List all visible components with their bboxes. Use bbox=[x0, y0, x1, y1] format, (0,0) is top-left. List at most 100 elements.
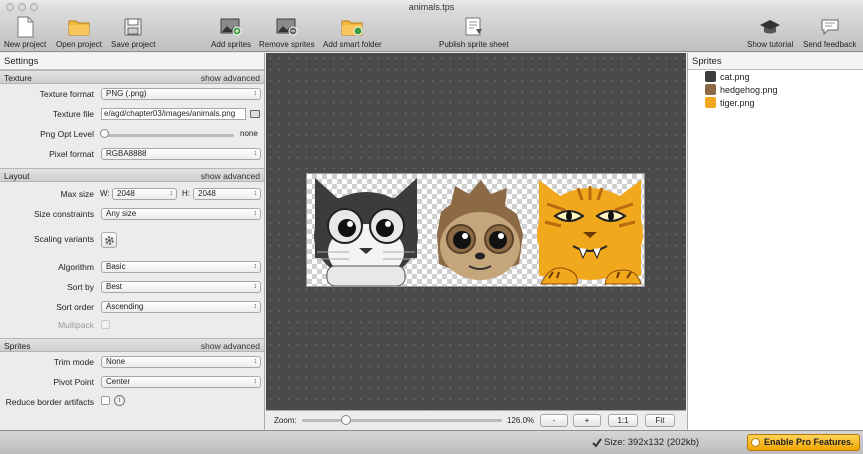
settings-title: Settings bbox=[0, 53, 264, 70]
speech-bubble-icon bbox=[819, 16, 841, 38]
remove-sprites-button[interactable]: Remove sprites bbox=[259, 16, 315, 49]
window-controls bbox=[6, 3, 38, 11]
max-height-select[interactable]: 2048 bbox=[193, 188, 261, 200]
browse-folder-icon[interactable] bbox=[250, 110, 260, 118]
multipack-checkbox[interactable] bbox=[101, 320, 110, 329]
sprite-list-item[interactable]: hedgehog.png bbox=[688, 83, 863, 96]
texture-format-select[interactable]: PNG (.png) bbox=[101, 88, 261, 100]
folder-icon bbox=[68, 16, 90, 38]
pivot-point-label: Pivot Point bbox=[53, 377, 94, 387]
max-size-label: Max size bbox=[60, 189, 94, 199]
smart-folder-icon bbox=[341, 16, 363, 38]
reduce-border-checkbox[interactable] bbox=[101, 396, 110, 405]
size-constraints-label: Size constraints bbox=[34, 209, 94, 219]
trim-mode-select[interactable]: None bbox=[101, 356, 261, 368]
tiger-icon bbox=[705, 97, 716, 108]
cat-sprite bbox=[314, 178, 418, 286]
texture-file-input[interactable]: e/agd/chapter03/images/animals.png bbox=[101, 108, 246, 120]
open-project-button[interactable]: Open project bbox=[56, 16, 102, 49]
pixel-format-label: Pixel format bbox=[49, 149, 94, 159]
add-smart-folder-button[interactable]: Add smart folder bbox=[323, 16, 382, 49]
status-bar: Size: 392x132 (202kb) Enable Pro Feature… bbox=[0, 430, 863, 454]
zoom-window-button[interactable] bbox=[30, 3, 38, 11]
pivot-point-row: Pivot Point Center bbox=[0, 372, 264, 392]
png-opt-level-slider-knob[interactable] bbox=[100, 129, 109, 138]
zoom-in-button[interactable]: + bbox=[573, 414, 601, 427]
max-size-h-label: H: bbox=[182, 189, 190, 198]
sort-by-select[interactable]: Best bbox=[101, 281, 261, 293]
size-constraints-row: Size constraints Any size bbox=[0, 204, 264, 224]
max-width-select[interactable]: 2048 bbox=[112, 188, 177, 200]
texture-section-header: Texture show advanced bbox=[0, 70, 264, 84]
pixel-format-select[interactable]: RGBA8888 bbox=[101, 148, 261, 160]
layout-section-header: Layout show advanced bbox=[0, 168, 264, 182]
scaling-variants-label: Scaling variants bbox=[33, 234, 94, 244]
sheet-size-text: Size: 392x132 (202kb) bbox=[604, 437, 700, 448]
zoom-value: 126.0% bbox=[507, 416, 535, 425]
trim-mode-label: Trim mode bbox=[53, 357, 94, 367]
png-opt-level-label: Png Opt Level bbox=[40, 129, 94, 139]
title-bar: animals.tps bbox=[0, 0, 863, 14]
info-icon[interactable]: i bbox=[114, 395, 125, 406]
algorithm-row: Algorithm Basic bbox=[0, 257, 264, 277]
sort-order-row: Sort order Ascending bbox=[0, 297, 264, 317]
hedgehog-sprite bbox=[437, 180, 523, 280]
zoom-label: Zoom: bbox=[274, 416, 297, 425]
sprites-section-header: Sprites show advanced bbox=[0, 338, 264, 352]
add-image-icon bbox=[220, 16, 242, 38]
texture-format-row: Texture format PNG (.png) bbox=[0, 84, 264, 104]
settings-panel: Settings Texture show advanced Texture f… bbox=[0, 53, 265, 430]
png-opt-level-value: none bbox=[240, 129, 258, 138]
pro-star-icon bbox=[751, 438, 760, 447]
add-sprites-button[interactable]: Add sprites bbox=[211, 16, 251, 49]
save-disk-icon bbox=[122, 16, 144, 38]
remove-image-icon bbox=[276, 16, 298, 38]
sprites-show-advanced-link[interactable]: show advanced bbox=[201, 339, 260, 351]
zoom-fit-button[interactable]: Fit bbox=[645, 414, 675, 427]
show-tutorial-button[interactable]: Show tutorial bbox=[747, 16, 793, 49]
algorithm-select[interactable]: Basic bbox=[101, 261, 261, 273]
zoom-out-button[interactable]: - bbox=[540, 414, 568, 427]
sort-by-label: Sort by bbox=[67, 282, 94, 292]
new-project-button[interactable]: New project bbox=[4, 16, 46, 49]
sprite-list-item[interactable]: cat.png bbox=[688, 70, 863, 83]
multipack-label: Multipack bbox=[58, 320, 94, 330]
send-feedback-button[interactable]: Send feedback bbox=[803, 16, 856, 49]
sprites-title: Sprites bbox=[688, 53, 863, 70]
zoom-slider[interactable] bbox=[302, 419, 502, 422]
max-size-row: Max size W: 2048 H: 2048 bbox=[0, 182, 264, 204]
layout-show-advanced-link[interactable]: show advanced bbox=[201, 169, 260, 181]
graduation-cap-icon bbox=[759, 16, 781, 38]
zoom-slider-knob[interactable] bbox=[341, 415, 351, 425]
zoom-one-to-one-button[interactable]: 1:1 bbox=[608, 414, 638, 427]
pivot-point-select[interactable]: Center bbox=[101, 376, 261, 388]
tiger-sprite bbox=[537, 180, 643, 285]
gear-icon bbox=[104, 235, 114, 245]
pixel-format-row: Pixel format RGBA8888 bbox=[0, 144, 264, 164]
reduce-border-label: Reduce border artifacts bbox=[5, 397, 94, 407]
size-constraints-select[interactable]: Any size bbox=[101, 208, 261, 220]
save-project-button[interactable]: Save project bbox=[111, 16, 155, 49]
new-document-icon bbox=[14, 16, 36, 38]
enable-pro-features-button[interactable]: Enable Pro Features. bbox=[747, 434, 860, 451]
png-opt-level-slider[interactable] bbox=[104, 134, 234, 137]
publish-sprite-sheet-button[interactable]: Publish sprite sheet bbox=[439, 16, 509, 49]
scaling-variants-row: Scaling variants bbox=[0, 224, 264, 257]
close-window-button[interactable] bbox=[6, 3, 14, 11]
sort-order-label: Sort order bbox=[56, 302, 94, 312]
texture-format-label: Texture format bbox=[39, 89, 94, 99]
texture-show-advanced-link[interactable]: show advanced bbox=[201, 71, 260, 83]
sprite-sheet-canvas[interactable] bbox=[266, 53, 686, 410]
sprites-panel: Sprites cat.png hedgehog.png tiger.png bbox=[687, 53, 863, 430]
reduce-border-row: Reduce border artifacts i bbox=[0, 392, 264, 412]
sprite-list-item[interactable]: tiger.png bbox=[688, 96, 863, 109]
cat-icon bbox=[705, 71, 716, 82]
scaling-variants-button[interactable] bbox=[101, 232, 117, 248]
multipack-row: Multipack bbox=[0, 317, 264, 334]
sort-by-row: Sort by Best bbox=[0, 277, 264, 297]
sort-order-select[interactable]: Ascending bbox=[101, 301, 261, 313]
publish-icon bbox=[463, 16, 485, 38]
max-size-w-label: W: bbox=[100, 189, 110, 198]
minimize-window-button[interactable] bbox=[18, 3, 26, 11]
algorithm-label: Algorithm bbox=[58, 262, 94, 272]
